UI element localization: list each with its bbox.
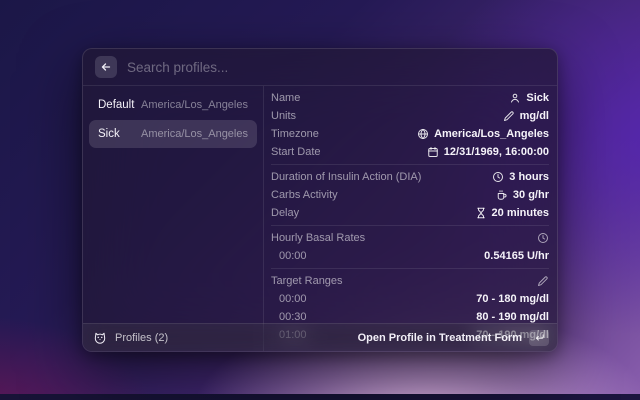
profiles-list: Default America/Los_Angeles Sick America… — [83, 86, 264, 352]
row-time: 00:00 — [271, 293, 307, 305]
row-label: Name — [271, 92, 300, 104]
profile-timezone: America/Los_Angeles — [141, 128, 248, 140]
footer-action-label: Open Profile in Treatment Form — [358, 332, 522, 344]
row-value: Sick — [526, 92, 549, 104]
row-value: 80 - 190 mg/dl — [476, 311, 549, 323]
raycast-window: Default America/Los_Angeles Sick America… — [82, 48, 558, 352]
section-divider — [271, 225, 549, 226]
row-time: 00:30 — [271, 311, 307, 323]
basal-section-header: Hourly Basal Rates — [271, 229, 549, 247]
row-value: 0.54165 U/hr — [484, 250, 549, 262]
row-value: 3 hours — [509, 171, 549, 183]
row-label: Start Date — [271, 146, 321, 158]
row-value: 70 - 180 mg/dl — [476, 293, 549, 305]
detail-row-dia: Duration of Insulin Action (DIA) 3 hours — [271, 168, 549, 186]
row-label: Carbs Activity — [271, 189, 338, 201]
row-value: 30 g/hr — [513, 189, 549, 201]
detail-row-name: Name Sick — [271, 89, 549, 107]
row-value: 20 minutes — [492, 207, 549, 219]
section-title: Target Ranges — [271, 275, 343, 287]
target-section-header: Target Ranges — [271, 272, 549, 290]
row-label: Delay — [271, 207, 299, 219]
row-label: Units — [271, 110, 296, 122]
profile-detail-pane: Name Sick Units mg/dl Timezone — [264, 86, 557, 352]
globe-icon — [417, 128, 429, 140]
pencil-icon — [503, 110, 515, 122]
row-time: 00:00 — [271, 250, 307, 262]
mug-icon — [496, 189, 508, 201]
clock-icon — [537, 232, 549, 244]
return-key-icon — [529, 330, 549, 346]
detail-row-timezone: Timezone America/Los_Angeles — [271, 125, 549, 143]
open-profile-action[interactable]: Open Profile in Treatment Form — [358, 330, 549, 346]
user-icon — [509, 92, 521, 104]
footer-source-label: Profiles (2) — [115, 332, 168, 344]
row-value: 12/31/1969, 16:00:00 — [444, 146, 549, 158]
row-value: America/Los_Angeles — [434, 128, 549, 140]
section-divider — [271, 268, 549, 269]
pencil-icon — [537, 275, 549, 287]
profile-timezone: America/Los_Angeles — [141, 99, 248, 111]
row-label: Duration of Insulin Action (DIA) — [271, 171, 421, 183]
owl-icon — [93, 331, 107, 345]
search-input[interactable] — [127, 60, 545, 75]
section-divider — [271, 164, 549, 165]
profile-name: Default — [98, 99, 134, 111]
back-button[interactable] — [95, 56, 117, 78]
search-header — [83, 49, 557, 86]
detail-row-startdate: Start Date 12/31/1969, 16:00:00 — [271, 143, 549, 161]
clock-icon — [492, 171, 504, 183]
window-footer: Profiles (2) Open Profile in Treatment F… — [83, 323, 557, 351]
list-item-sick[interactable]: Sick America/Los_Angeles — [89, 120, 257, 148]
row-value: mg/dl — [520, 110, 549, 122]
arrow-left-icon — [100, 61, 112, 73]
hourglass-icon — [475, 207, 487, 219]
detail-row-units: Units mg/dl — [271, 107, 549, 125]
basal-row: 00:00 0.54165 U/hr — [271, 247, 549, 265]
profile-name: Sick — [98, 128, 120, 140]
section-title: Hourly Basal Rates — [271, 232, 365, 244]
calendar-icon — [427, 146, 439, 158]
row-label: Timezone — [271, 128, 319, 140]
list-item-default[interactable]: Default America/Los_Angeles — [89, 91, 257, 119]
window-body: Default America/Los_Angeles Sick America… — [83, 86, 557, 352]
detail-row-carbs: Carbs Activity 30 g/hr — [271, 186, 549, 204]
footer-source: Profiles (2) — [93, 331, 350, 345]
target-row: 00:00 70 - 180 mg/dl — [271, 290, 549, 308]
detail-row-delay: Delay 20 minutes — [271, 204, 549, 222]
desktop-bottom-strip — [0, 394, 640, 400]
